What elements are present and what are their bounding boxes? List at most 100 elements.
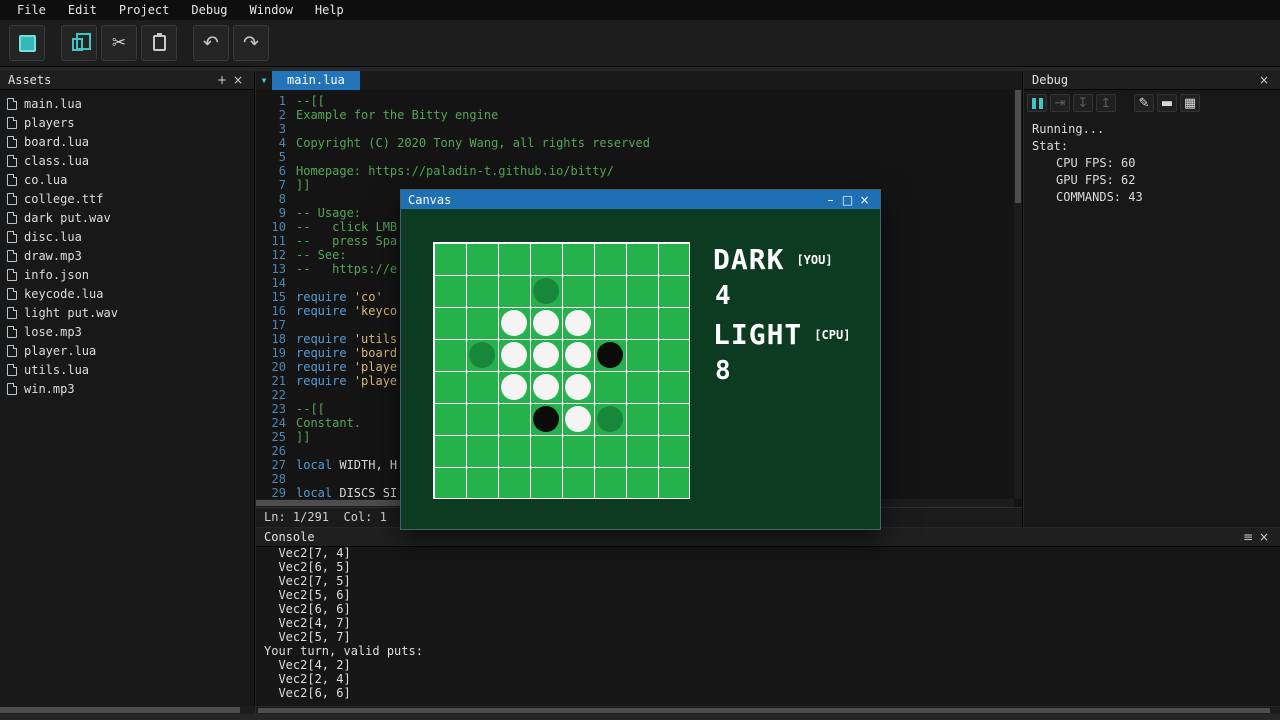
valid-move-hint-disc[interactable] (533, 278, 559, 304)
asset-item[interactable]: win.mp3 (0, 379, 254, 398)
minimize-icon[interactable]: – (822, 193, 839, 207)
add-asset-button[interactable]: + (214, 73, 230, 87)
console-line: Vec2[2, 4] (264, 672, 1272, 686)
close-console-button[interactable]: × (1256, 530, 1272, 544)
menu-item-help[interactable]: Help (304, 0, 355, 20)
file-icon (7, 250, 17, 262)
asset-item[interactable]: dark put.wav (0, 208, 254, 227)
assets-horizontal-scrollbar[interactable] (0, 706, 255, 714)
code-line: 4Copyright (C) 2020 Tony Wang, all right… (256, 136, 1014, 150)
line-number: 16 (256, 304, 286, 318)
close-icon[interactable]: × (856, 193, 873, 207)
scrollbar-thumb[interactable] (258, 708, 1270, 713)
stat-line: CPU FPS: 60 (1056, 155, 1272, 172)
edit-button[interactable]: ✎ (1134, 94, 1154, 112)
canvas-title: Canvas (408, 193, 822, 207)
file-icon (7, 98, 17, 110)
asset-item[interactable]: college.ttf (0, 189, 254, 208)
asset-item[interactable]: light put.wav (0, 303, 254, 322)
maximize-icon[interactable]: □ (839, 193, 856, 207)
step-into-icon: ↧ (1078, 97, 1089, 110)
debug-header: Debug × (1024, 71, 1280, 90)
line-number: 10 (256, 220, 286, 234)
paste-button[interactable] (141, 25, 177, 61)
tab-main-lua[interactable]: main.lua (272, 71, 360, 90)
line-number: 8 (256, 192, 286, 206)
redo-arrow-icon: ↷ (243, 34, 259, 53)
pattern-button[interactable]: ▦ (1180, 94, 1200, 112)
file-icon (7, 288, 17, 300)
board[interactable] (433, 242, 690, 499)
line-number: 15 (256, 290, 286, 304)
line-number: 4 (256, 136, 286, 150)
valid-move-hint-disc[interactable] (469, 342, 495, 368)
asset-item[interactable]: info.json (0, 265, 254, 284)
asset-label: disc.lua (24, 230, 82, 244)
toolbar-buttons: ✂ ↶ ↷ (9, 25, 269, 61)
redo-button[interactable]: ↷ (233, 25, 269, 61)
scrollbar-thumb[interactable] (1015, 90, 1021, 203)
asset-item[interactable]: draw.mp3 (0, 246, 254, 265)
asset-item[interactable]: board.lua (0, 132, 254, 151)
asset-item[interactable]: keycode.lua (0, 284, 254, 303)
step-out-icon: ↥ (1101, 97, 1112, 110)
copy-button[interactable] (61, 25, 97, 61)
line-number: 11 (256, 234, 286, 248)
file-icon (7, 193, 17, 205)
menu-item-file[interactable]: File (6, 0, 57, 20)
undo-button[interactable]: ↶ (193, 25, 229, 61)
console-list-icon[interactable]: ≡ (1240, 530, 1256, 544)
console-line: Vec2[6, 6] (264, 602, 1272, 616)
console-horizontal-scrollbar[interactable] (256, 707, 1280, 714)
asset-item[interactable]: player.lua (0, 341, 254, 360)
menu-item-project[interactable]: Project (108, 0, 181, 20)
cut-button[interactable]: ✂ (101, 25, 137, 61)
canvas-titlebar[interactable]: Canvas – □ × (401, 190, 880, 209)
code-line: 1--[[ (256, 94, 1014, 108)
asset-item[interactable]: lose.mp3 (0, 322, 254, 341)
assets-header: Assets + × (0, 71, 254, 90)
asset-label: light put.wav (24, 306, 118, 320)
asset-item[interactable]: utils.lua (0, 360, 254, 379)
undo-arrow-icon: ↶ (203, 34, 219, 53)
menu-item-window[interactable]: Window (239, 0, 304, 20)
asset-item[interactable]: class.lua (0, 151, 254, 170)
line-number: 23 (256, 402, 286, 416)
copy-icon (72, 38, 83, 51)
scrollbar-thumb[interactable] (0, 707, 240, 713)
asset-item[interactable]: players (0, 113, 254, 132)
editor-vertical-scrollbar[interactable] (1014, 90, 1022, 499)
pause-button[interactable] (1027, 94, 1047, 112)
line-number: 22 (256, 388, 286, 402)
line-number: 28 (256, 472, 286, 486)
asset-item[interactable]: disc.lua (0, 227, 254, 246)
line-number: 2 (256, 108, 286, 122)
valid-move-hint-disc[interactable] (597, 406, 623, 432)
menu-item-edit[interactable]: Edit (57, 0, 108, 20)
pencil-icon: ✎ (1139, 97, 1150, 110)
run-button[interactable] (9, 25, 45, 61)
menu-item-debug[interactable]: Debug (180, 0, 238, 20)
line-number: 26 (256, 444, 286, 458)
debug-panel: Debug × ⇥↧↥✎▬▦ Running... Stat: CPU FPS:… (1024, 71, 1280, 527)
white-disc (533, 374, 559, 400)
line-number: 12 (256, 248, 286, 262)
close-debug-button[interactable]: × (1256, 73, 1272, 87)
code-line: 3 (256, 122, 1014, 136)
asset-label: lose.mp3 (24, 325, 82, 339)
debug-stat-label: Stat: (1032, 138, 1272, 155)
console-line: Vec2[5, 7] (264, 630, 1272, 644)
asset-item[interactable]: co.lua (0, 170, 254, 189)
close-assets-button[interactable]: × (230, 73, 246, 87)
step-into-button: ↧ (1073, 94, 1093, 112)
console-header: Console ≡ × (256, 528, 1280, 547)
line-number: 20 (256, 360, 286, 374)
fill-button[interactable]: ▬ (1157, 94, 1177, 112)
line-number: 25 (256, 430, 286, 444)
line-number: 19 (256, 346, 286, 360)
asset-item[interactable]: main.lua (0, 94, 254, 113)
line-number: 18 (256, 332, 286, 346)
asset-label: draw.mp3 (24, 249, 82, 263)
tab-dropdown-icon[interactable]: ▼ (256, 76, 272, 85)
line-number: 24 (256, 416, 286, 430)
